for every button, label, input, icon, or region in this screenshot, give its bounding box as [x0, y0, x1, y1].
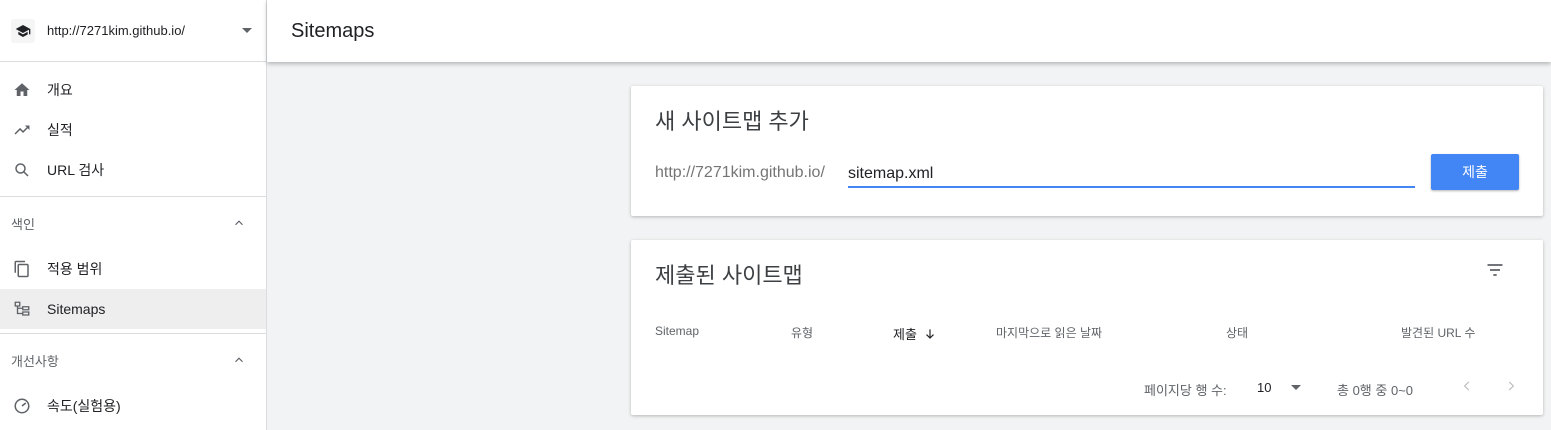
sidebar-item-label: 속도(실험용)	[47, 398, 121, 414]
submitted-sitemaps-card: 제출된 사이트맵 Sitemap 유형 제출 마지막으로 읽은 날짜 상태 발견…	[631, 240, 1543, 415]
copy-icon	[12, 259, 32, 279]
rows-per-page-select[interactable]: 10	[1257, 380, 1302, 395]
arrow-down-icon	[926, 328, 934, 339]
column-header-label: 제출	[893, 327, 917, 342]
property-selector[interactable]: http://7271kim.github.io/	[0, 0, 266, 62]
search-icon	[12, 160, 32, 180]
column-header-status[interactable]: 상태	[1226, 324, 1248, 341]
sidebar: http://7271kim.github.io/ 개요 실적 URL 검사 색…	[0, 0, 267, 430]
nav-enhancements-section: 개선사항 속도(실험용)	[0, 334, 266, 426]
sidebar-item-label: 실적	[47, 122, 73, 138]
pagination-range: 총 0행 중 0~0	[1337, 383, 1413, 398]
filter-icon[interactable]	[1483, 258, 1507, 282]
nav-index-section: 색인 적용 범위 Sitemaps	[0, 197, 266, 334]
column-header-submitted[interactable]: 제출	[893, 324, 937, 343]
trending-up-icon	[12, 120, 32, 140]
sitemap-url-input[interactable]	[848, 158, 1415, 188]
next-page-icon[interactable]	[1501, 376, 1521, 396]
section-title: 개선사항	[11, 353, 59, 369]
sitemap-icon	[12, 299, 32, 319]
sidebar-item-label: URL 검사	[47, 162, 105, 178]
submit-button[interactable]: 제출	[1431, 154, 1519, 190]
property-url: http://7271kim.github.io/	[47, 23, 186, 38]
section-title: 색인	[11, 216, 35, 232]
speedometer-icon	[12, 396, 32, 416]
home-icon	[12, 80, 32, 100]
rows-per-page-value: 10	[1257, 380, 1272, 395]
sidebar-item-overview[interactable]: 개요	[0, 70, 266, 110]
top-bar: Sitemaps	[267, 0, 1551, 62]
section-enhancements-header[interactable]: 개선사항	[0, 334, 266, 386]
section-index-header[interactable]: 색인	[0, 197, 266, 249]
column-header-last-read[interactable]: 마지막으로 읽은 날짜	[996, 324, 1102, 341]
page-title: Sitemaps	[291, 19, 375, 42]
rows-per-page-label: 페이지당 행 수:	[1144, 383, 1227, 398]
sidebar-item-label: 적용 범위	[47, 261, 103, 277]
column-header-type[interactable]: 유형	[791, 324, 813, 341]
chevron-down-icon	[1291, 385, 1302, 390]
sitemap-url-prefix: http://7271kim.github.io/	[655, 164, 825, 181]
submitted-sitemaps-title: 제출된 사이트맵	[655, 263, 803, 288]
sidebar-item-performance[interactable]: 실적	[0, 110, 266, 150]
graduation-cap-icon	[11, 18, 35, 43]
sidebar-item-speed[interactable]: 속도(실험용)	[0, 386, 266, 426]
column-header-discovered-urls[interactable]: 발견된 URL 수	[1401, 324, 1475, 341]
sidebar-item-url-inspection[interactable]: URL 검사	[0, 150, 266, 190]
sidebar-item-sitemaps[interactable]: Sitemaps	[0, 289, 266, 329]
sidebar-item-coverage[interactable]: 적용 범위	[0, 249, 266, 289]
add-sitemap-card: 새 사이트맵 추가 http://7271kim.github.io/ 제출	[631, 86, 1543, 216]
add-sitemap-title: 새 사이트맵 추가	[655, 109, 809, 134]
column-header-sitemap[interactable]: Sitemap	[655, 324, 699, 338]
previous-page-icon[interactable]	[1457, 376, 1477, 396]
nav-top: 개요 실적 URL 검사	[0, 62, 266, 197]
chevron-up-icon	[235, 357, 243, 363]
chevron-down-icon	[242, 28, 252, 33]
sidebar-item-label: 개요	[47, 82, 73, 98]
chevron-up-icon	[235, 220, 243, 226]
sidebar-item-label: Sitemaps	[47, 301, 106, 317]
